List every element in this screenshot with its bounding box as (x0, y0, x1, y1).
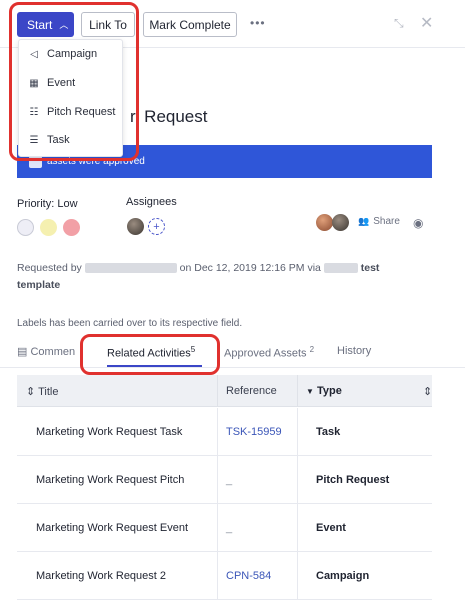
column-divider (217, 456, 218, 504)
tab-label: Commen (30, 346, 76, 358)
labels-note: Labels has been carried over to its resp… (17, 318, 243, 329)
tab-label: History (337, 345, 372, 357)
cell-type: Pitch Request (316, 474, 390, 486)
requested-source-suffix: test (360, 262, 380, 274)
close-icon[interactable]: ✕ (420, 13, 433, 33)
cell-title[interactable]: Marketing Work Request 2 (36, 570, 166, 582)
comment-icon: ▤ (17, 346, 28, 358)
requested-source-line2: template (17, 279, 61, 291)
priority-option-none[interactable] (17, 219, 34, 236)
sort-icon[interactable]: ⇕ (423, 385, 432, 398)
table-row[interactable]: Marketing Work Request Event _ Event (17, 504, 432, 552)
avatar[interactable] (127, 218, 144, 235)
redacted-source (323, 263, 358, 274)
redacted-name (84, 263, 177, 274)
table-row[interactable]: Marketing Work Request Pitch _ Pitch Req… (17, 456, 432, 504)
cell-type: Event (316, 522, 346, 534)
priority-option-low[interactable] (40, 219, 57, 236)
highlight-start-menu (9, 2, 139, 161)
requested-prefix: Requested by (17, 262, 82, 274)
cell-title[interactable]: Marketing Work Request Task (36, 426, 182, 438)
requested-date: on Dec 12, 2019 12:16 PM via (179, 262, 321, 274)
tab-comments[interactable]: ▤ Commen (17, 345, 75, 358)
add-assignee-button[interactable]: + (148, 218, 165, 235)
cell-reference: _ (226, 522, 233, 534)
eye-icon[interactable]: ◉ (413, 216, 423, 230)
expand-icon[interactable]: ⤡ (394, 16, 404, 31)
tab-approved-assets[interactable]: Approved Assets 2 (224, 345, 314, 360)
column-header-title[interactable]: ⇕ Title (26, 385, 58, 398)
cell-reference[interactable]: TSK-15959 (226, 426, 282, 438)
tab-count: 2 (309, 345, 315, 354)
cell-title[interactable]: Marketing Work Request Event (36, 522, 188, 534)
column-divider (297, 552, 298, 600)
share-label: Share (373, 216, 400, 227)
cell-type: Campaign (316, 570, 370, 582)
mark-complete-button[interactable]: Mark Complete (143, 12, 237, 37)
requested-by-line: Requested by on Dec 12, 2019 12:16 PM vi… (17, 260, 417, 294)
table-row[interactable]: Marketing Work Request Task TSK-15959 Ta… (17, 408, 432, 456)
column-header-type[interactable]: ▼ Type (306, 385, 342, 397)
column-header-label: Type (316, 385, 342, 397)
table-header: ⇕ Title Reference ▼ Type ⇕ (17, 375, 432, 407)
column-divider (217, 552, 218, 600)
table-row[interactable]: Marketing Work Request 2 CPN-584 Campaig… (17, 552, 432, 600)
column-divider (297, 504, 298, 552)
users-icon: 👥 (358, 216, 370, 226)
column-divider (217, 375, 218, 407)
priority-option-high[interactable] (63, 219, 80, 236)
tab-label: Approved Assets (224, 347, 307, 360)
cell-type: Task (316, 426, 341, 438)
avatar[interactable] (332, 214, 349, 231)
column-divider (297, 375, 298, 407)
assignees-label: Assignees (126, 196, 177, 208)
more-options-button[interactable]: ••• (250, 16, 266, 30)
cell-reference: _ (226, 474, 233, 486)
column-divider (297, 408, 298, 456)
cell-reference[interactable]: CPN-584 (226, 570, 271, 582)
share-button[interactable]: 👥 Share (358, 216, 400, 227)
tab-history[interactable]: History (337, 345, 371, 357)
column-divider (217, 408, 218, 456)
priority-label: Priority: Low (17, 198, 78, 210)
sort-desc-icon: ▼ (306, 387, 314, 396)
column-header-label: Title (38, 386, 59, 398)
sort-icon: ⇕ (26, 386, 36, 398)
column-header-reference[interactable]: Reference (226, 385, 277, 397)
avatar[interactable] (316, 214, 333, 231)
page-title: rl Request (130, 107, 208, 126)
column-divider (297, 456, 298, 504)
cell-title[interactable]: Marketing Work Request Pitch (36, 474, 184, 486)
highlight-related-activities (80, 334, 220, 375)
column-divider (217, 504, 218, 552)
tab-bar: ▤ Commen Related Activities5 Approved As… (0, 338, 465, 368)
